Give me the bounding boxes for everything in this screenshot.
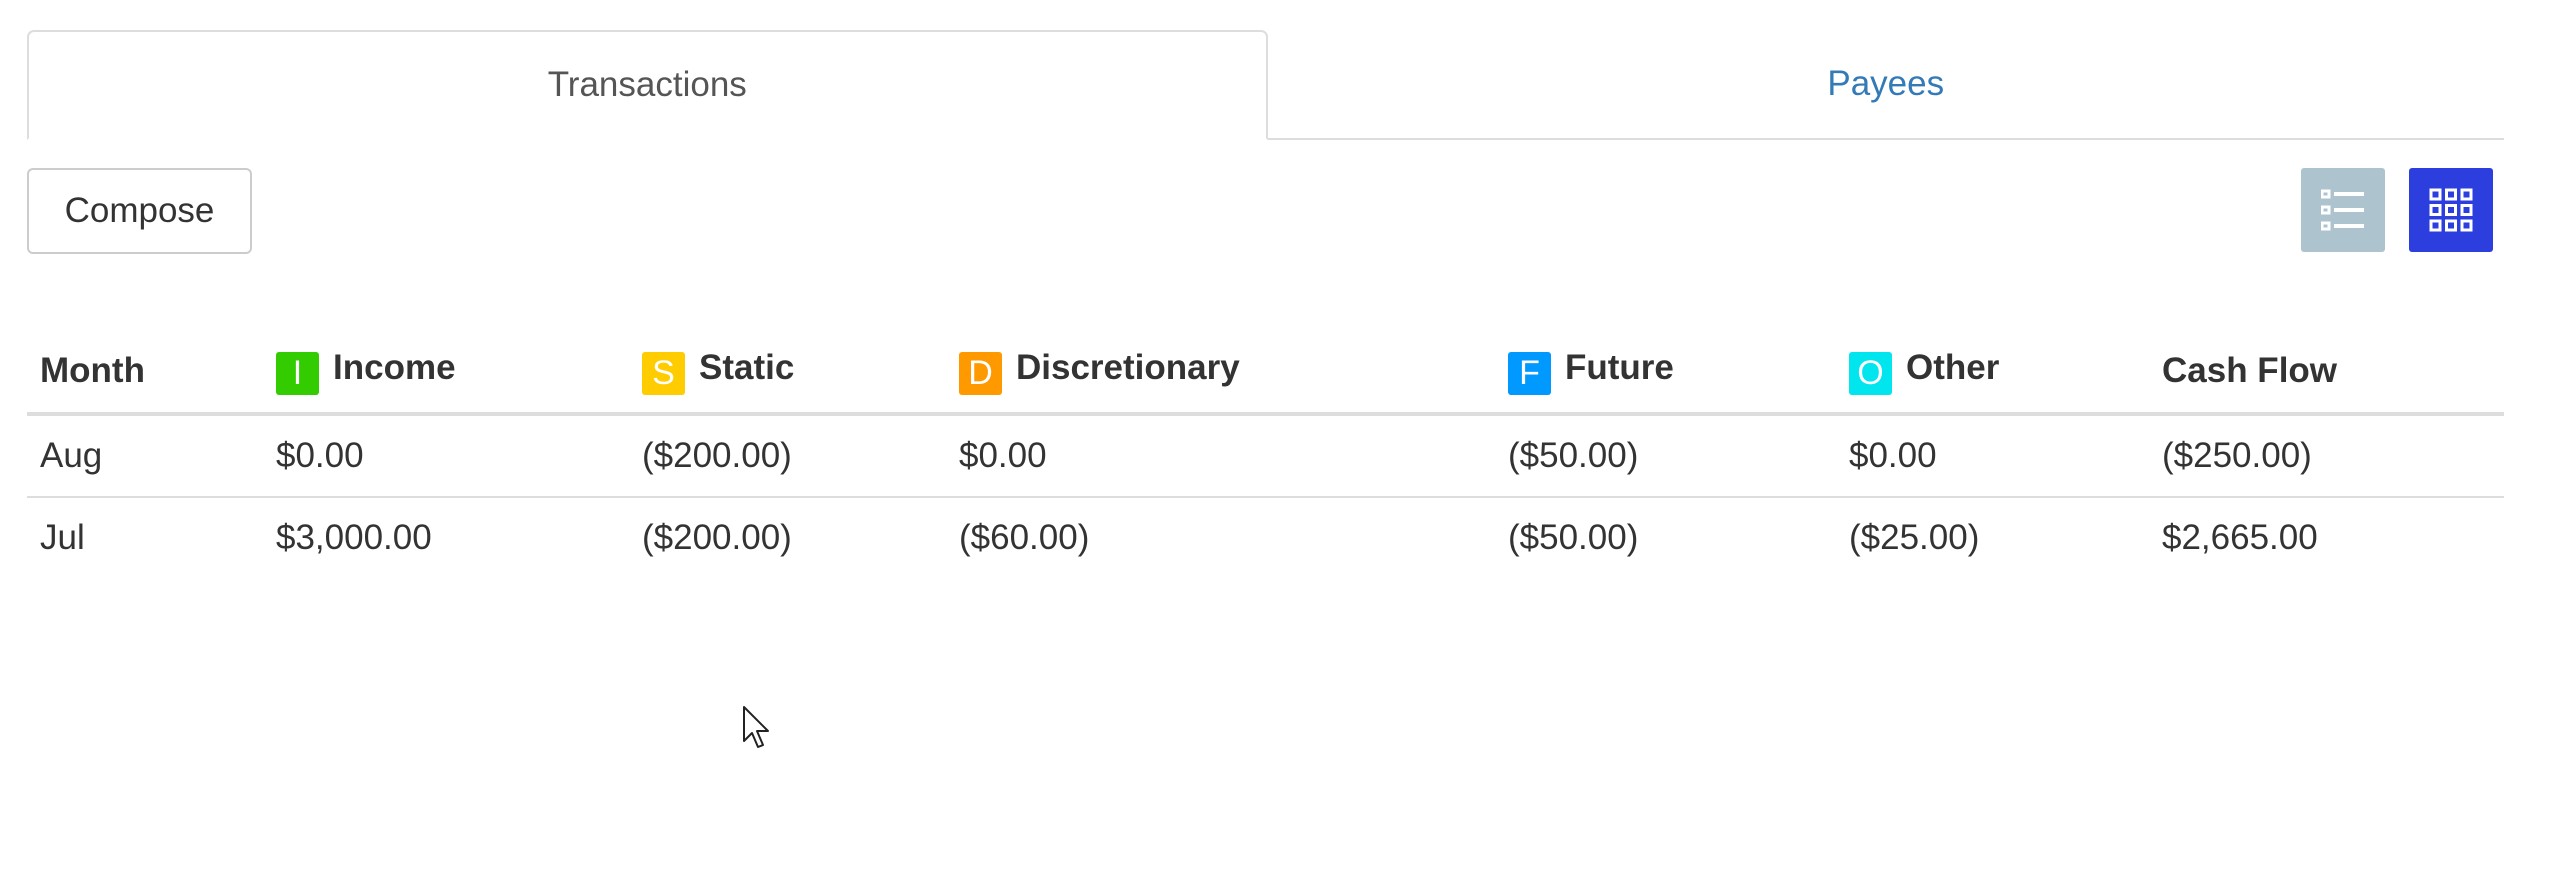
cell-income: $3,000.00 <box>276 518 432 557</box>
tab-transactions-label: Transactions <box>547 65 747 104</box>
tab-payees[interactable]: Payees <box>1268 30 2505 138</box>
page: Transactions Payees Compose Month I Inco… <box>0 0 2553 892</box>
cell-month: Jul <box>40 518 85 557</box>
future-badge-icon: F <box>1508 351 1551 395</box>
list-icon <box>2321 189 2364 231</box>
income-badge-icon: I <box>276 351 319 395</box>
cell-static: ($200.00) <box>629 414 946 498</box>
list-view-button[interactable] <box>2301 168 2385 252</box>
column-header-label: Month <box>40 351 145 390</box>
column-header-label: Cash Flow <box>2162 351 2338 390</box>
column-header-cash-flow[interactable]: Cash Flow <box>2149 330 2504 416</box>
cell-cash-flow: $2,665.00 <box>2162 518 2318 557</box>
column-header-label: Future <box>1565 347 1674 387</box>
column-header-income[interactable]: I Income <box>263 330 629 416</box>
cell-other: ($25.00) <box>1849 518 1980 557</box>
tab-bar: Transactions Payees <box>27 30 2504 140</box>
monthly-summary-table: Month I Income S Static D Discretionary F Fu… <box>27 330 2504 578</box>
cell-month: Aug <box>27 414 263 498</box>
column-header-label: Discretionary <box>1016 347 1240 387</box>
column-header-label: Income <box>333 347 456 387</box>
cell-future: ($50.00) <box>1495 414 1836 498</box>
cell-other: $0.00 <box>1836 414 2149 498</box>
tab-transactions[interactable]: Transactions <box>27 30 1268 140</box>
compose-button[interactable]: Compose <box>27 168 252 254</box>
column-header-month[interactable]: Month <box>27 330 263 416</box>
cell-discretionary: $0.00 <box>946 414 1495 498</box>
cell-discretionary: ($60.00) <box>959 518 1090 557</box>
static-badge-icon: S <box>642 351 685 395</box>
column-header-label: Other <box>1906 347 2000 387</box>
table-row-aug[interactable]: Aug $0.00 ($200.00) $0.00 ($50.00) $0.00… <box>27 414 2504 498</box>
mouse-cursor-icon <box>743 706 769 748</box>
cell-cash-flow: ($250.00) <box>2149 414 2504 498</box>
discretionary-badge-icon: D <box>959 351 1002 395</box>
column-header-other[interactable]: O Other <box>1836 330 2149 416</box>
table-row-jul[interactable]: Jul $3,000.00 ($200.00) ($60.00) ($50.00… <box>27 497 2504 578</box>
column-header-static[interactable]: S Static <box>629 330 946 416</box>
grid-view-button[interactable] <box>2409 168 2493 252</box>
cell-static: ($200.00) <box>642 518 792 557</box>
grid-icon <box>2429 188 2473 232</box>
other-badge-icon: O <box>1849 351 1892 395</box>
column-header-label: Static <box>699 347 795 387</box>
table-header-row: Month I Income S Static D Discretionary F Fu… <box>27 330 2504 416</box>
column-header-discretionary[interactable]: D Discretionary <box>946 330 1495 416</box>
tab-payees-label: Payees <box>1827 64 1945 103</box>
cell-income: $0.00 <box>263 414 629 498</box>
column-header-future[interactable]: F Future <box>1495 330 1836 416</box>
cell-future: ($50.00) <box>1508 518 1639 557</box>
